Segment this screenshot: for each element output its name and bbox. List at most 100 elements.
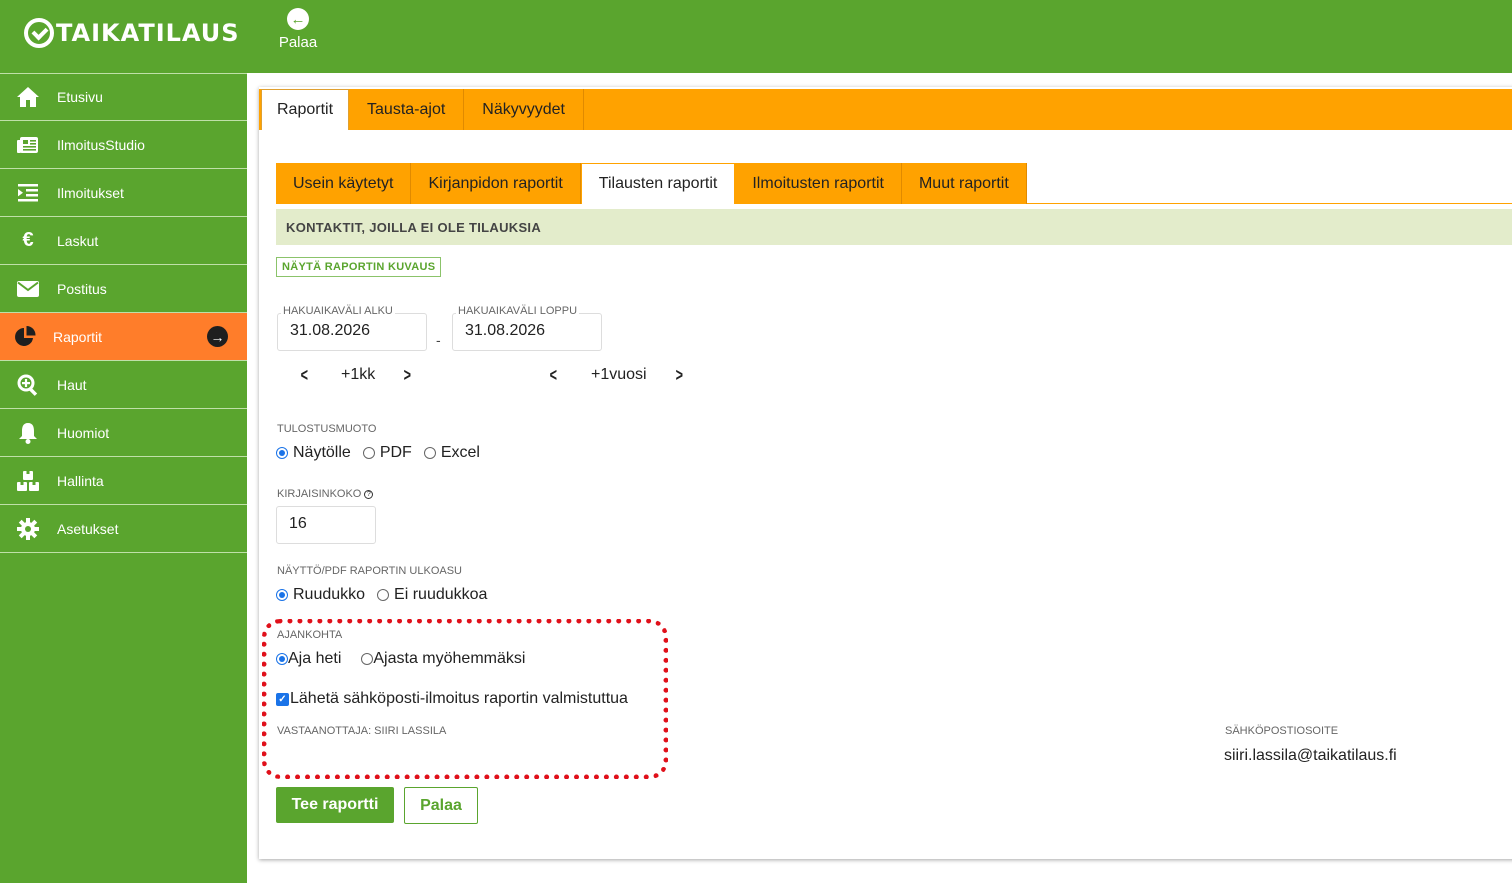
arrow-left-circle-icon: ←	[287, 8, 309, 30]
timing-group: Aja heti Ajasta myöhemmäksi	[276, 650, 537, 668]
boxes-icon	[15, 470, 41, 492]
month-prev-chevron-icon[interactable]: <	[301, 365, 308, 386]
year-step-button[interactable]: +1vuosi	[591, 366, 647, 384]
layout-group: Ruudukko Ei ruudukkoa	[276, 586, 499, 604]
sidebar-item-label: Laskut	[57, 232, 99, 249]
layout-label: NÄYTTÖ/PDF RAPORTIN ULKOASU	[277, 565, 462, 577]
radio-checked[interactable]	[276, 589, 288, 601]
range-start-input[interactable]: 31.08.2026	[277, 313, 427, 351]
layout-option-ruudukko[interactable]: Ruudukko	[276, 586, 365, 604]
tab-nakyvyydet[interactable]: Näkyvyydet	[464, 89, 584, 130]
year-next-chevron-icon[interactable]: >	[676, 365, 683, 386]
output-option-naytolle[interactable]: Näytölle	[276, 444, 351, 462]
sidebar-item-label: Huomiot	[57, 424, 110, 441]
brand-logo[interactable]: TAIKATILAUS	[24, 16, 240, 50]
radio-unchecked[interactable]	[377, 589, 390, 601]
font-size-label-text: KIRJAISINKOKO	[277, 488, 362, 500]
euro-icon: €	[22, 229, 34, 251]
timing-label: AJANKOHTA	[277, 629, 343, 641]
sidebar-item-ilmoitusstudio[interactable]: IlmoitusStudio	[0, 121, 247, 169]
sidebar-item-label: IlmoitusStudio	[57, 136, 145, 153]
radio-unchecked[interactable]	[362, 447, 375, 459]
sidebar-item-etusivu[interactable]: Etusivu	[0, 73, 247, 121]
sidebar-item-label: Etusivu	[57, 89, 103, 105]
report-panel: Raportit Tausta-ajot Näkyvyydet Usein kä…	[259, 87, 1512, 859]
tab-kirjanpidon-raportit[interactable]: Kirjanpidon raportit	[411, 163, 581, 204]
radio-checked[interactable]	[276, 447, 288, 459]
home-icon	[15, 86, 41, 108]
newspaper-icon	[15, 134, 41, 156]
sidebar-item-hallinta[interactable]: Hallinta	[0, 457, 247, 505]
top-back-label: Palaa	[278, 34, 318, 51]
radio-checked[interactable]	[276, 653, 288, 665]
radio-unchecked[interactable]	[423, 447, 436, 459]
sidebar-item-label: Postitus	[57, 280, 107, 297]
tab-raportit[interactable]: Raportit	[261, 89, 350, 130]
email-label: SÄHKÖPOSTIOSOITE	[1225, 725, 1339, 737]
gear-icon	[15, 517, 41, 540]
tab-tilausten-raportit[interactable]: Tilausten raportit	[580, 163, 736, 204]
pie-chart-icon	[13, 325, 39, 348]
font-size-label: KIRJAISINKOKO?	[277, 488, 374, 500]
sidebar-item-label: Haut	[57, 376, 87, 393]
notify-row[interactable]: ✓ Lähetä sähköposti-ilmoitus raportin va…	[276, 690, 628, 708]
tab-tausta-ajot[interactable]: Tausta-ajot	[349, 89, 465, 130]
envelope-icon	[15, 278, 41, 300]
layout-option-ei-ruudukkoa[interactable]: Ei ruudukkoa	[377, 586, 487, 604]
notify-label: Lähetä sähköposti-ilmoitus raportin valm…	[290, 690, 628, 707]
option-label: Excel	[440, 444, 480, 461]
timing-option-ajasta[interactable]: Ajasta myöhemmäksi	[361, 650, 525, 668]
logo-icon	[24, 18, 54, 48]
tab-muut-raportit[interactable]: Muut raportit	[901, 163, 1027, 204]
month-next-chevron-icon[interactable]: >	[404, 365, 411, 386]
back-button[interactable]: Palaa	[404, 787, 478, 824]
sidebar-item-haut[interactable]: Haut	[0, 361, 247, 409]
submit-report-button[interactable]: Tee raportti	[276, 787, 394, 823]
output-option-pdf[interactable]: PDF	[362, 444, 412, 462]
sidebar-item-label: Asetukset	[57, 520, 119, 537]
option-label: Näytölle	[293, 444, 351, 461]
font-size-input[interactable]: 16	[276, 506, 376, 544]
year-prev-chevron-icon[interactable]: <	[550, 365, 557, 386]
recipient-label: VASTAANOTTAJA: SIIRI LASSILA	[277, 725, 447, 737]
top-bar: TAIKATILAUS ← Palaa	[0, 0, 1512, 73]
sidebar-item-ilmoitukset[interactable]: Ilmoitukset	[0, 169, 247, 217]
help-icon[interactable]: ?	[364, 489, 374, 499]
sidebar-item-laskut[interactable]: € Laskut	[0, 217, 247, 265]
option-label: Ei ruudukkoa	[394, 586, 488, 603]
sidebar-item-asetukset[interactable]: Asetukset	[0, 505, 247, 553]
sidebar: Etusivu IlmoitusStudio Ilmoitukset € Las…	[0, 73, 247, 883]
range-dash: -	[436, 332, 441, 348]
tab-ilmoitusten-raportit[interactable]: Ilmoitusten raportit	[735, 163, 902, 204]
range-end-label: HAKUAIKAVÄLI LOPPU	[456, 305, 580, 317]
month-step-button[interactable]: +1kk	[341, 366, 375, 384]
output-format-group: Näytölle PDF Excel	[276, 444, 492, 462]
report-category-tabs: Usein käytetyt Kirjanpidon raportit Tila…	[276, 163, 1512, 204]
sidebar-item-postitus[interactable]: Postitus	[0, 265, 247, 313]
sidebar-item-label: Ilmoitukset	[57, 184, 124, 201]
range-start-label: HAKUAIKAVÄLI ALKU	[281, 305, 395, 317]
search-plus-icon	[15, 374, 41, 396]
output-option-excel[interactable]: Excel	[423, 444, 480, 462]
bell-icon	[15, 422, 41, 444]
show-description-button[interactable]: NÄYTÄ RAPORTIN KUVAUS	[276, 257, 442, 277]
sidebar-item-raportit[interactable]: Raportit →	[0, 313, 247, 361]
brand-name: TAIKATILAUS	[56, 19, 240, 47]
notify-checkbox[interactable]: ✓	[276, 692, 289, 706]
output-format-label: TULOSTUSMUOTO	[277, 423, 377, 435]
report-title: KONTAKTIT, JOILLA EI OLE TILAUKSIA	[276, 209, 1512, 245]
top-back-button[interactable]: ← Palaa	[275, 8, 321, 51]
sidebar-item-label: Hallinta	[57, 472, 104, 489]
arrow-right-circle-icon: →	[207, 326, 228, 347]
option-label: Ajasta myöhemmäksi	[373, 650, 526, 667]
sidebar-item-huomiot[interactable]: Huomiot	[0, 409, 247, 457]
radio-unchecked[interactable]	[361, 653, 374, 665]
timing-option-aja-heti[interactable]: Aja heti	[276, 650, 341, 668]
sidebar-item-label: Raportit	[53, 328, 103, 345]
list-indent-icon	[15, 182, 41, 204]
range-end-input[interactable]: 31.08.2026	[452, 313, 602, 351]
option-label: Aja heti	[288, 650, 342, 667]
tab-usein-kaytetyt[interactable]: Usein käytetyt	[276, 163, 412, 204]
option-label: Ruudukko	[293, 586, 366, 603]
email-value: siiri.lassila@taikatilaus.fi	[1224, 747, 1397, 764]
